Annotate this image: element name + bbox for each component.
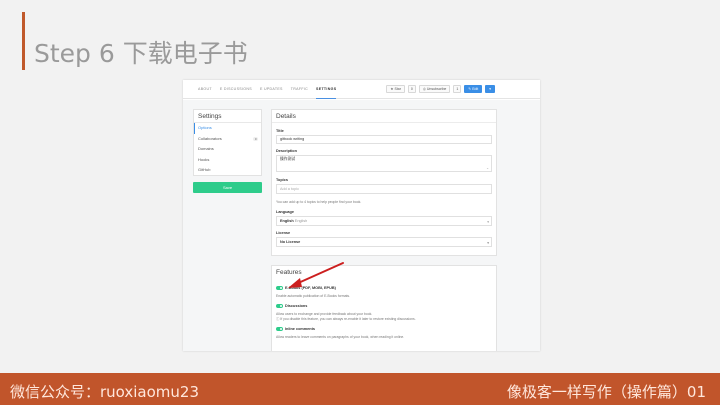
footer-wechat-account: 微信公众号：ruoxiaomu23 [10,383,200,401]
title-label: Title [276,129,284,133]
settings-main-area: Settings Options Collaborators 0 Domains … [183,100,540,351]
chevron-down-icon: ▾ [487,220,489,224]
details-card: Details Title gitbook writing Descriptio… [271,109,497,256]
language-label: Language [276,210,294,214]
collaborators-count-badge: 0 [253,136,258,141]
ebooks-feature-title: E-Books (PDF, MOBI, EPUB) [285,286,336,290]
topics-input[interactable]: Add a topic [276,184,492,194]
discussions-toggle[interactable] [276,304,283,308]
sidebar-item-github[interactable]: GitHub [194,165,261,176]
license-select[interactable]: No License ▾ [276,237,492,247]
sidebar-item-label: Collaborators [198,135,222,141]
language-native: English [294,219,308,223]
sidebar-item-label: Hooks [198,156,210,162]
ebooks-feature-desc: Enable automatic publication of E-Books … [276,294,351,298]
gitbook-settings-screenshot: ABOUT E DISCUSSIONS E UPDATES TRAFFIC SE… [183,80,540,351]
book-tabs: ABOUT E DISCUSSIONS E UPDATES TRAFFIC SE… [198,80,337,99]
inline-comments-feature-desc: Allow readers to leave comments on parag… [276,335,405,339]
slide-footer: 微信公众号：ruoxiaomu23 像极客一样写作（操作篇）01 [0,373,720,405]
star-button[interactable]: ★ Star [386,85,405,93]
title-accent-bar [22,12,25,70]
unsubscribe-button[interactable]: ◎ Unsubscribe [418,85,451,93]
sidebar-item-collaborators[interactable]: Collaborators 0 [194,134,261,145]
sidebar-item-label: Options [198,125,212,130]
tab-updates[interactable]: E UPDATES [260,80,283,99]
tab-traffic[interactable]: TRAFFIC [291,80,308,99]
save-button[interactable]: Save [193,182,262,193]
inline-comments-feature-title: Inline comments [285,327,315,331]
topics-help: You can add up to 4 topics to help peopl… [276,200,362,204]
sidebar-item-options[interactable]: Options [194,123,261,134]
edit-dropdown-button[interactable]: ▾ [485,85,495,93]
chevron-down-icon: ▾ [487,241,489,245]
footer-series-title: 像极客一样写作（操作篇）01 [506,383,706,401]
sidebar-item-domains[interactable]: Domains [194,144,261,155]
sidebar-item-hooks[interactable]: Hooks [194,155,261,166]
resize-chevron-icon: ⌄ [486,166,489,170]
book-actions: ★ Star 0 ◎ Unsubscribe 1 ✎ Edit ▾ [386,85,495,93]
discussions-feature-note: ⓘ If you disable this feature, you can a… [276,317,416,321]
tab-discussions[interactable]: E DISCUSSIONS [220,80,252,99]
ebooks-toggle[interactable] [276,286,283,290]
book-top-nav: ABOUT E DISCUSSIONS E UPDATES TRAFFIC SE… [183,80,540,99]
tab-about[interactable]: ABOUT [198,80,212,99]
license-label: License [276,231,291,235]
language-select[interactable]: English English ▾ [276,216,492,226]
title-input[interactable]: gitbook writing [276,135,492,144]
features-card: Features E-Books (PDF, MOBI, EPUB) Enabl… [271,265,497,351]
description-value: 操作测试 [280,157,296,161]
star-count: 0 [407,85,416,93]
sidebar-item-label: GitHub [198,167,211,172]
tab-settings[interactable]: SETTINGS [316,80,337,99]
sidebar-item-label: Domains [198,146,214,151]
license-value: No License [280,240,301,244]
subscriber-count: 1 [453,85,462,93]
description-textarea[interactable]: 操作测试 ⌄ [276,155,492,172]
topics-label: Topics [276,178,288,182]
settings-sidebar-title: Settings [194,110,261,123]
discussions-feature-title: Discussions [285,304,308,308]
details-title: Details [272,110,496,123]
features-title: Features [276,269,302,276]
inline-comments-toggle[interactable] [276,327,283,331]
language-value: English [280,219,294,223]
settings-sidebar: Settings Options Collaborators 0 Domains … [193,109,262,176]
slide-title: Step 6 下载电子书 [34,39,248,68]
edit-button[interactable]: ✎ Edit [464,85,483,93]
description-label: Description [276,149,297,153]
